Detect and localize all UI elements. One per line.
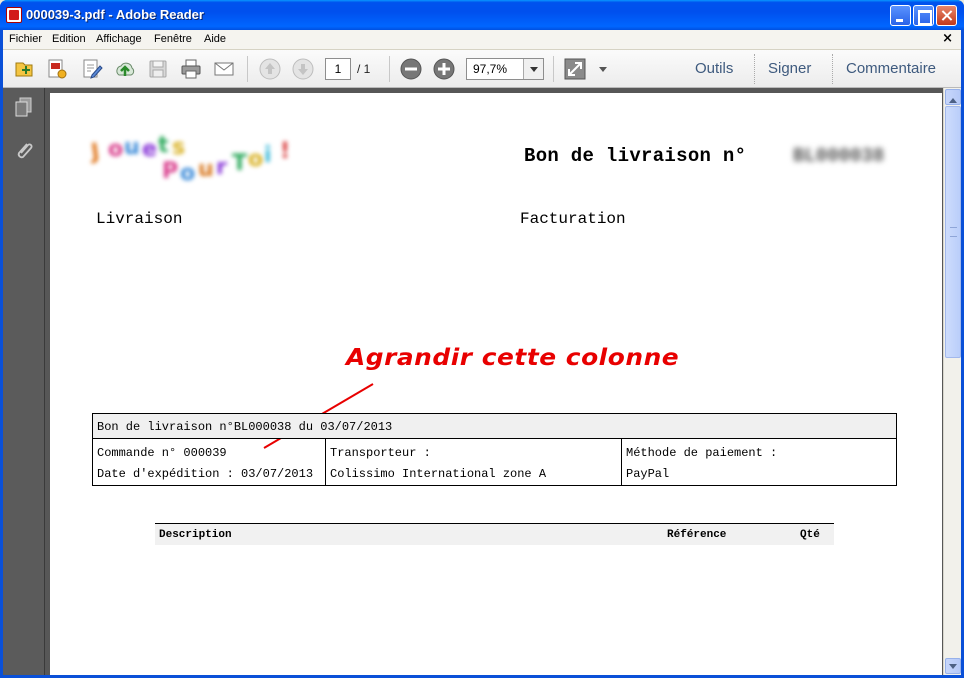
previous-page-icon[interactable] [259,58,281,80]
menu-fichier[interactable]: Fichier [9,33,42,45]
maximize-button[interactable] [913,5,934,26]
page-total: / 1 [357,62,371,76]
print-icon[interactable] [180,58,202,80]
document-title: Bon de livraison n° [524,145,747,167]
zoom-value: 97,7% [473,62,508,76]
open-icon[interactable] [13,58,35,80]
menu-affichage[interactable]: Affichage [96,33,142,45]
page-number-input[interactable]: 1 [325,58,351,80]
fit-page-icon[interactable] [564,58,586,80]
svg-text:o: o [108,137,123,162]
company-logo: J o u e t s P o u r T o i ! [90,133,290,186]
navigation-panel [3,88,45,675]
svg-text:J: J [90,139,101,165]
menu-fenetre[interactable]: Fenêtre [154,33,192,45]
shipping-date: Date d'expédition : 03/07/2013 [97,467,314,481]
svg-text:o: o [248,147,263,172]
svg-text:i: i [264,143,272,168]
zoom-in-icon[interactable] [433,58,455,80]
toolbar-separator [553,56,554,82]
create-pdf-icon[interactable] [46,58,68,80]
email-icon[interactable] [213,58,235,80]
menu-aide[interactable]: Aide [204,33,226,45]
svg-text:!: ! [280,139,290,164]
column-description: Description [159,529,232,541]
toolbar-link-separator [832,54,833,84]
toolbar: 1 / 1 97,7% Outils Signer Commentaire [3,50,961,88]
svg-text:t: t [158,133,169,158]
payment-label: Méthode de paiement : [626,446,778,460]
toolbar-separator [247,56,248,82]
column-reference: Référence [667,529,727,541]
svg-text:e: e [142,137,157,162]
zoom-select[interactable]: 97,7% [466,58,544,80]
svg-text:o: o [180,161,195,186]
close-button[interactable] [936,5,957,26]
vertical-scrollbar[interactable] [943,88,961,675]
order-number: Commande n° 000039 [97,446,227,460]
attachments-icon[interactable] [13,140,35,162]
carrier-label: Transporteur : [330,446,431,460]
window-title: 000039-3.pdf - Adobe Reader [26,7,204,22]
scroll-thumb[interactable] [945,106,961,358]
payment-value: PayPal [626,467,670,481]
svg-text:s: s [172,135,185,160]
order-info-table: Bon de livraison n°BL000038 du 03/07/201… [92,413,897,486]
sign-link[interactable]: Signer [768,60,811,77]
scroll-down-button[interactable] [945,658,961,674]
tools-link[interactable]: Outils [695,60,733,77]
zoom-out-icon[interactable] [400,58,422,80]
chevron-down-icon[interactable] [523,59,543,79]
column-quantity: Qté [800,529,820,541]
svg-text:u: u [124,135,140,160]
order-info-header-text: Bon de livraison n°BL000038 du 03/07/201… [97,420,393,434]
minimize-button[interactable] [890,5,911,26]
edit-icon[interactable] [81,58,103,80]
close-document-icon[interactable]: × [942,31,953,46]
scroll-up-button[interactable] [945,89,961,105]
shipping-heading: Livraison [96,210,183,228]
svg-text:r: r [216,155,227,180]
menu-edition[interactable]: Edition [52,33,86,45]
menu-bar: Fichier Edition Affichage Fenêtre Aide × [3,30,961,50]
payment-column: Méthode de paiement : PayPal [622,439,896,485]
items-table-header: Description Référence Qté [155,523,834,545]
toolbar-separator [389,56,390,82]
document-number: BL000038 [793,145,885,167]
svg-text:T: T [232,151,247,176]
save-icon[interactable] [147,58,169,80]
order-info-header: Bon de livraison n°BL000038 du 03/07/201… [93,414,896,439]
menu-arrow-icon[interactable] [597,58,609,80]
pages-panel-icon[interactable] [13,96,35,118]
order-column: Commande n° 000039 Date d'expédition : 0… [93,439,326,485]
comment-link[interactable]: Commentaire [846,60,936,77]
carrier-column: Transporteur : Colissimo International z… [326,439,622,485]
svg-text:P: P [162,159,178,184]
pdf-app-icon [6,7,22,23]
next-page-icon[interactable] [292,58,314,80]
svg-text:u: u [198,157,214,182]
annotation-text: Agrandir cette colonne [346,345,680,371]
carrier-value: Colissimo International zone A [330,467,547,481]
title-bar[interactable]: 000039-3.pdf - Adobe Reader [0,0,964,30]
upload-icon[interactable] [114,58,136,80]
billing-heading: Facturation [520,210,626,228]
toolbar-link-separator [754,54,755,84]
